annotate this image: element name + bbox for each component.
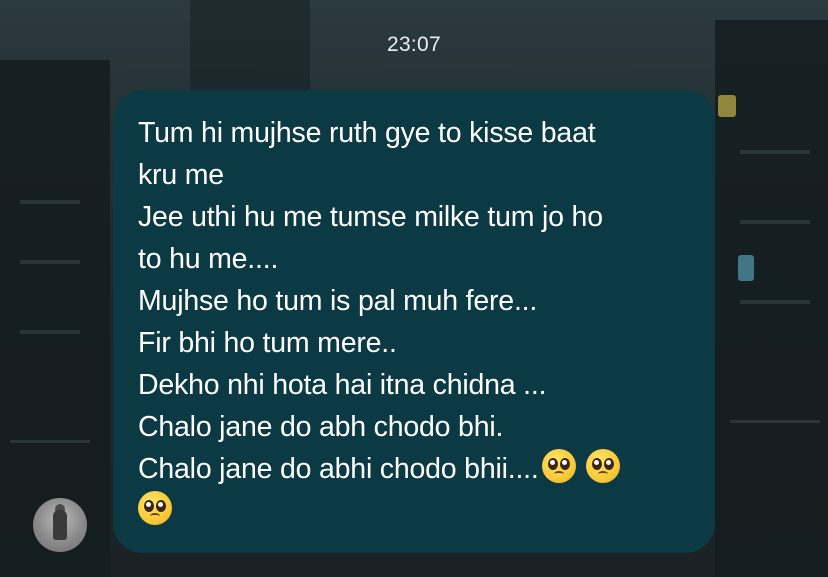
- message-timestamp: 23:07: [386, 33, 442, 56]
- message-line-emoji: [138, 490, 691, 532]
- background-window: [20, 330, 80, 334]
- message-line-with-emoji: Chalo jane do abhi chodo bhii....: [138, 448, 691, 490]
- background-window: [740, 220, 810, 224]
- message-line: Dekho nhi hota hai itna chidna ...: [138, 369, 547, 401]
- background-neon-sign: [718, 95, 736, 117]
- background-neon-sign: [738, 255, 754, 281]
- message-line: Mujhse ho tum is pal muh fere...: [138, 285, 538, 317]
- message-line: Tum hi mujhse ruth gye to kisse baat: [138, 117, 596, 149]
- message-bubble[interactable]: Tum hi mujhse ruth gye to kisse baat kru…: [113, 90, 715, 553]
- background-window: [10, 440, 90, 443]
- background-window: [730, 420, 820, 423]
- message-line: to hu me....: [138, 243, 279, 275]
- background-window: [20, 260, 80, 264]
- message-line-text: Chalo jane do abhi chodo bhii....: [138, 453, 539, 485]
- background-window: [740, 150, 810, 154]
- message-line: Chalo jane do abh chodo bhi.: [138, 411, 504, 443]
- pleading-face-emoji-icon: [585, 449, 620, 483]
- avatar-figure: [53, 510, 67, 540]
- message-line: Fir bhi ho tum mere..: [138, 327, 397, 359]
- background-window: [740, 300, 810, 304]
- message-line: Jee uthi hu me tumse milke tum jo ho: [138, 201, 603, 233]
- background-window: [20, 200, 80, 204]
- message-line: kru me: [138, 159, 224, 191]
- pleading-face-emoji-icon: [541, 449, 576, 483]
- sender-avatar-icon[interactable]: [33, 498, 87, 552]
- pleading-face-emoji-icon: [138, 491, 172, 525]
